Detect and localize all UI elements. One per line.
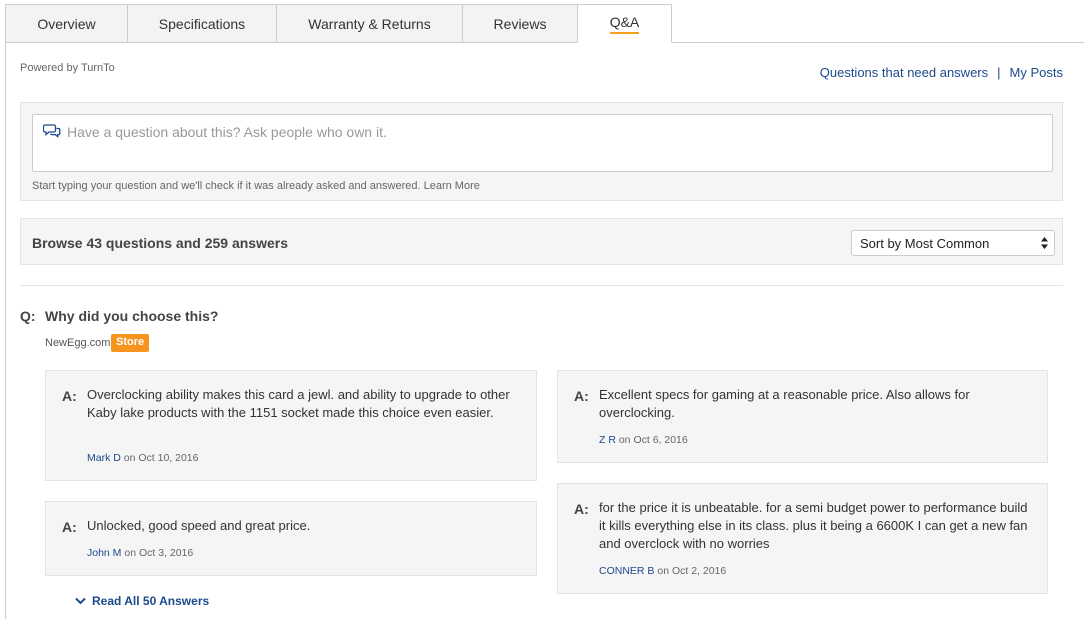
- answer-date: on Oct 2, 2016: [657, 565, 727, 577]
- speech-bubbles-icon: [43, 124, 61, 138]
- answer-author[interactable]: John M: [87, 547, 121, 559]
- answer-meta: Mark D on Oct 10, 2016: [87, 452, 199, 464]
- answer-meta: Z R on Oct 6, 2016: [599, 434, 688, 446]
- browse-bar: Browse 43 questions and 259 answers Sort…: [20, 218, 1063, 265]
- ask-hint: Start typing your question and we'll che…: [32, 180, 480, 192]
- answer-author[interactable]: CONNER B: [599, 565, 654, 577]
- question-source: NewEgg.com: [45, 337, 111, 349]
- answer-meta: John M on Oct 3, 2016: [87, 547, 193, 559]
- answer-author[interactable]: Mark D: [87, 452, 121, 464]
- answer-text: for the price it is unbeatable. for a se…: [599, 500, 1028, 551]
- questions-need-answers-link[interactable]: Questions that need answers: [820, 65, 988, 80]
- ask-question-panel: Have a question about this? Ask people w…: [20, 102, 1063, 201]
- answer-label: A:: [574, 501, 589, 517]
- read-all-answers-label: Read All 50 Answers: [92, 594, 210, 608]
- tab-reviews[interactable]: Reviews: [462, 4, 577, 43]
- link-separator: |: [997, 65, 1001, 80]
- answer-card: A: Excellent specs for gaming at a reaso…: [557, 370, 1048, 463]
- tab-label: Reviews: [493, 15, 547, 32]
- top-links: Questions that need answers | My Posts: [820, 65, 1063, 80]
- sort-select-value: Sort by Most Common: [860, 236, 990, 251]
- answer-author[interactable]: Z R: [599, 434, 616, 446]
- answer-text: Unlocked, good speed and great price.: [87, 518, 311, 533]
- browse-title: Browse 43 questions and 259 answers: [32, 235, 288, 251]
- answer-date: on Oct 3, 2016: [124, 547, 194, 559]
- question-text[interactable]: Why did you choose this?: [45, 308, 218, 324]
- answer-card: A: Unlocked, good speed and great price.…: [45, 501, 537, 576]
- tab-warranty-returns[interactable]: Warranty & Returns: [276, 4, 462, 43]
- answer-card: A: Overclocking ability makes this card …: [45, 370, 537, 481]
- answer-date: on Oct 10, 2016: [123, 452, 199, 464]
- tab-bar: Overview Specifications Warranty & Retur…: [5, 4, 672, 43]
- answer-label: A:: [62, 519, 77, 535]
- ask-hint-text: Start typing your question and we'll che…: [32, 180, 421, 192]
- tab-label: Overview: [37, 15, 96, 32]
- divider: [20, 285, 1063, 286]
- select-arrows-icon: [1041, 237, 1048, 249]
- sort-select[interactable]: Sort by Most Common: [851, 230, 1055, 256]
- answer-date: on Oct 6, 2016: [618, 434, 688, 446]
- my-posts-link[interactable]: My Posts: [1010, 65, 1063, 80]
- tab-qa[interactable]: Q&A: [577, 4, 672, 43]
- learn-more-link[interactable]: Learn More: [424, 180, 480, 192]
- tab-overview[interactable]: Overview: [5, 4, 127, 43]
- ask-question-input[interactable]: Have a question about this? Ask people w…: [32, 114, 1053, 172]
- read-all-answers-link[interactable]: Read All 50 Answers: [75, 594, 209, 608]
- answer-label: A:: [574, 388, 589, 404]
- store-badge: Store: [111, 334, 150, 352]
- answer-label: A:: [62, 388, 77, 404]
- tab-specifications[interactable]: Specifications: [127, 4, 276, 43]
- tab-label: Warranty & Returns: [308, 15, 431, 32]
- tab-label: Specifications: [158, 15, 246, 32]
- question-label: Q:: [20, 308, 36, 324]
- answer-text: Excellent specs for gaming at a reasonab…: [599, 387, 970, 420]
- answer-text: Overclocking ability makes this card a j…: [87, 387, 510, 420]
- powered-by-text: Powered by TurnTo: [20, 62, 115, 74]
- ask-question-placeholder: Have a question about this? Ask people w…: [67, 124, 387, 140]
- tab-label: Q&A: [609, 14, 640, 34]
- chevron-down-icon: [75, 597, 86, 605]
- answer-card: A: for the price it is unbeatable. for a…: [557, 483, 1048, 594]
- answer-meta: CONNER B on Oct 2, 2016: [599, 565, 726, 577]
